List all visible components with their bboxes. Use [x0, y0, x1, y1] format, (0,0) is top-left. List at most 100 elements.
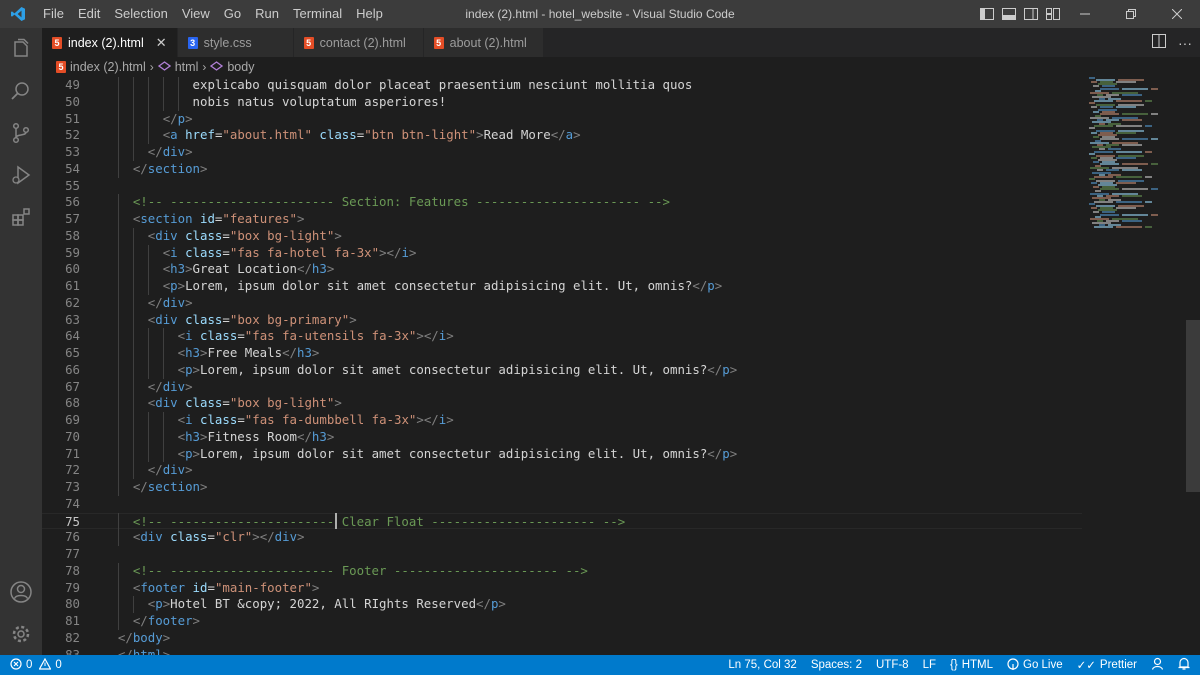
minimap-stroke [1093, 135, 1099, 138]
code-line[interactable]: 77 [42, 546, 1082, 563]
indent-guide [147, 412, 149, 429]
explorer-icon[interactable] [0, 28, 42, 70]
code-line[interactable]: 63 <div class="box bg-primary"> [42, 312, 1082, 329]
close-window-icon[interactable] [1154, 0, 1200, 28]
code-line[interactable]: 52 <a href="about.html" class="btn btn-l… [42, 127, 1082, 144]
code-line[interactable]: 81 </footer> [42, 613, 1082, 630]
code-line[interactable]: 75 <!-- ---------------------- Clear Flo… [42, 512, 1082, 530]
source-control-icon[interactable] [0, 112, 42, 154]
code-line[interactable]: 68 <div class="box bg-light"> [42, 395, 1082, 412]
braces-icon: {} [950, 659, 958, 671]
code-line[interactable]: 54 </section> [42, 161, 1082, 178]
code-line[interactable]: 71 <p>Lorem, ipsum dolor sit amet consec… [42, 446, 1082, 463]
encoding[interactable]: UTF-8 [876, 659, 909, 671]
minimap-stroke [1116, 207, 1136, 210]
minimap-stroke [1122, 219, 1142, 222]
code-line[interactable]: 51 </p> [42, 111, 1082, 128]
scrollbar-thumb[interactable] [1186, 320, 1200, 492]
menu-terminal[interactable]: Terminal [286, 0, 349, 28]
code-line[interactable]: 82 </body> [42, 630, 1082, 647]
account-feedback-icon[interactable] [1151, 657, 1164, 673]
prettier-status[interactable]: ✓✓ Prettier [1077, 658, 1137, 672]
code-line[interactable]: 74 [42, 496, 1082, 513]
minimize-icon[interactable] [1062, 0, 1108, 28]
code-line[interactable]: 76 <div class="clr"></div> [42, 529, 1082, 546]
minimap-stroke [1122, 137, 1148, 140]
line-number: 55 [65, 177, 80, 193]
extensions-icon[interactable] [0, 196, 42, 238]
code-line[interactable]: 79 <footer id="main-footer"> [42, 580, 1082, 597]
run-debug-icon[interactable] [0, 154, 42, 196]
code-line[interactable]: 67 </div> [42, 379, 1082, 396]
line-number: 74 [65, 495, 80, 511]
toggle-sidebar-icon[interactable] [978, 5, 996, 23]
line-number: 56 [65, 194, 80, 210]
code-line[interactable]: 56 <!-- ---------------------- Section: … [42, 194, 1082, 211]
menu-file[interactable]: File [36, 0, 71, 28]
code-line[interactable]: 65 <h3>Free Meals</h3> [42, 345, 1082, 362]
indent-guide [132, 110, 134, 128]
problems-indicator[interactable]: 0 0 [0, 657, 62, 673]
code-line[interactable]: 50 nobis natus voluptatum asperiores! [42, 94, 1082, 111]
code-line[interactable]: 55 [42, 178, 1082, 195]
menu-run[interactable]: Run [248, 0, 286, 28]
code-line[interactable]: 57 <section id="features"> [42, 211, 1082, 228]
html-file-icon: 5 [433, 36, 444, 49]
end-of-line[interactable]: LF [923, 659, 936, 671]
code-line[interactable]: 70 <h3>Fitness Room</h3> [42, 429, 1082, 446]
code-line[interactable]: 72 </div> [42, 462, 1082, 479]
language-mode[interactable]: {} HTML [950, 659, 993, 671]
code-line[interactable]: 78 <!-- ---------------------- Footer --… [42, 563, 1082, 580]
code-line[interactable]: 66 <p>Lorem, ipsum dolor sit amet consec… [42, 362, 1082, 379]
more-actions-icon[interactable]: ··· [1178, 35, 1192, 51]
indentation[interactable]: Spaces: 2 [811, 659, 862, 671]
code-line[interactable]: 73 </section> [42, 479, 1082, 496]
menu-edit[interactable]: Edit [71, 0, 107, 28]
go-live-button[interactable]: Go Live [1007, 657, 1063, 673]
code-line[interactable]: 58 <div class="box bg-light"> [42, 228, 1082, 245]
tab-label: style.css [203, 35, 252, 50]
customize-layout-icon[interactable] [1044, 5, 1062, 23]
minimap-stroke [1122, 144, 1142, 147]
code-editor[interactable]: 49 explicabo quisquam dolor placeat prae… [42, 77, 1200, 655]
search-icon[interactable] [0, 70, 42, 112]
code-line[interactable]: 61 <p>Lorem, ipsum dolor sit amet consec… [42, 278, 1082, 295]
code-line[interactable]: 62 </div> [42, 295, 1082, 312]
minimap-stroke [1116, 156, 1136, 159]
menu-view[interactable]: View [175, 0, 217, 28]
indent-guide [132, 127, 134, 144]
tab-contact-html[interactable]: 5 contact (2).html [293, 28, 424, 57]
minimap-stroke [1093, 110, 1099, 113]
toggle-panel-icon[interactable] [1000, 5, 1018, 23]
line-number: 68 [65, 395, 80, 411]
restore-icon[interactable] [1108, 0, 1154, 28]
code-line[interactable]: 83 </html> [42, 647, 1082, 656]
manage-gear-icon[interactable] [0, 613, 42, 655]
tab-index-html[interactable]: 5 index (2).html ✕ [42, 28, 178, 57]
menu-help[interactable]: Help [349, 0, 390, 28]
breadcrumb-file[interactable]: index (2).html [70, 60, 146, 74]
minimap-stroke [1116, 226, 1142, 229]
accounts-icon[interactable] [0, 571, 42, 613]
breadcrumb-html[interactable]: html [175, 60, 199, 74]
menu-selection[interactable]: Selection [107, 0, 174, 28]
split-editor-icon[interactable] [1152, 34, 1166, 51]
minimap[interactable] [1089, 77, 1184, 237]
code-line[interactable]: 49 explicabo quisquam dolor placeat prae… [42, 77, 1082, 94]
code-line[interactable]: 53 </div> [42, 144, 1082, 161]
tab-about-html[interactable]: 5 about (2).html [423, 28, 544, 57]
toggle-secondary-sidebar-icon[interactable] [1022, 5, 1040, 23]
breadcrumb-body[interactable]: body [227, 60, 254, 74]
close-tab-icon[interactable]: ✕ [156, 35, 167, 51]
line-code: <p>Hotel BT &copy; 2022, All RIghts Rese… [147, 596, 506, 612]
code-line[interactable]: 80 <p>Hotel BT &copy; 2022, All RIghts R… [42, 596, 1082, 613]
code-line[interactable]: 69 <i class="fas fa-dumbbell fa-3x"></i> [42, 412, 1082, 429]
code-line[interactable]: 59 <i class="fas fa-hotel fa-3x"></i> [42, 245, 1082, 262]
cursor-position[interactable]: Ln 75, Col 32 [728, 659, 796, 671]
notifications-bell-icon[interactable] [1178, 657, 1190, 673]
code-line[interactable]: 60 <h3>Great Location</h3> [42, 261, 1082, 278]
menu-go[interactable]: Go [217, 0, 248, 28]
code-line[interactable]: 64 <i class="fas fa-utensils fa-3x"></i> [42, 328, 1082, 345]
editor-scrollbar[interactable] [1186, 77, 1200, 655]
tab-style-css[interactable]: 3 style.css [177, 28, 294, 57]
